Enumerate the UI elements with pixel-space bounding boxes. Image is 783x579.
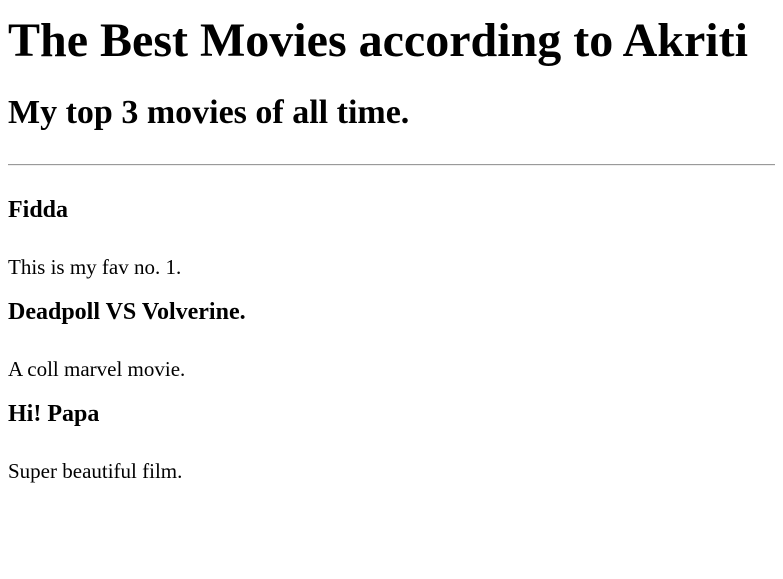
page-subtitle: My top 3 movies of all time. <box>8 94 410 131</box>
movie-title: Fidda <box>8 197 69 223</box>
movie-item: Hi! Papa Super beautiful film. <box>8 400 775 483</box>
movie-title: Hi! Papa <box>8 401 100 427</box>
movie-list: Fidda This is my fav no. 1. Deadpoll VS … <box>8 196 775 483</box>
movie-title: Deadpoll VS Volverine. <box>8 299 246 325</box>
movie-item: Deadpoll VS Volverine. A coll marvel mov… <box>8 298 775 381</box>
movie-item: Fidda This is my fav no. 1. <box>8 196 775 279</box>
page-title: The Best Movies according to Akriti <box>8 14 748 67</box>
movie-description: This is my fav no. 1. <box>8 255 182 279</box>
movie-description: A coll marvel movie. <box>8 357 186 381</box>
divider <box>8 164 775 166</box>
movie-description: Super beautiful film. <box>8 459 183 483</box>
